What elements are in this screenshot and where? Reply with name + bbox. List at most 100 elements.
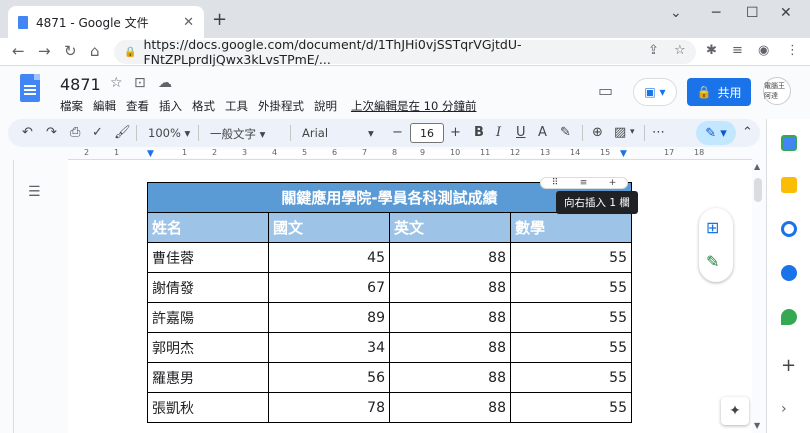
highlight-icon[interactable]: ✎	[560, 125, 571, 140]
add-on-plus-icon[interactable]: +	[781, 355, 796, 376]
move-folder-icon[interactable]: ⊡	[134, 75, 146, 91]
extensions-icon[interactable]: ✱	[706, 43, 717, 58]
italic-icon[interactable]: I	[496, 125, 501, 140]
cell-score[interactable]: 34	[268, 332, 390, 363]
maximize-icon[interactable]: ☐	[746, 5, 759, 21]
keep-icon[interactable]	[781, 177, 797, 193]
cell-name[interactable]: 郭明杰	[147, 332, 269, 363]
editing-mode-button[interactable]: ✎ ▾	[696, 121, 736, 145]
menu-tools[interactable]: 工具	[225, 98, 248, 114]
cell-score[interactable]: 56	[268, 362, 390, 393]
insert-column-right-icon[interactable]: +	[609, 178, 617, 188]
back-icon[interactable]: ←	[12, 42, 25, 60]
menu-format[interactable]: 格式	[192, 98, 215, 114]
underline-icon[interactable]: U	[516, 125, 526, 140]
cell-score[interactable]: 55	[510, 302, 632, 333]
column-handle[interactable]: ⠿ ≡ +	[540, 177, 628, 189]
cell-name[interactable]: 張凱秋	[147, 392, 269, 423]
last-edit-link[interactable]: 上次編輯是在 10 分鐘前	[351, 98, 476, 114]
new-tab-icon[interactable]: +	[212, 9, 227, 30]
collapse-menus-icon[interactable]: ⌃	[742, 125, 753, 140]
cell-score[interactable]: 88	[389, 392, 511, 423]
add-comment-icon[interactable]: ⊞	[706, 218, 719, 237]
menu-file[interactable]: 檔案	[60, 98, 83, 114]
suggest-edits-icon[interactable]: ✎	[706, 252, 719, 271]
forward-icon[interactable]: →	[38, 42, 51, 60]
cell-score[interactable]: 88	[389, 242, 511, 273]
bold-icon[interactable]: B	[474, 125, 484, 140]
spellcheck-icon[interactable]: ✓	[92, 125, 103, 140]
cell-score[interactable]: 55	[510, 392, 632, 423]
header-english[interactable]: 英文	[389, 212, 511, 243]
browser-tab[interactable]: 4871 - Google 文件 ✕	[8, 6, 204, 38]
cell-name[interactable]: 羅惠男	[147, 362, 269, 393]
cell-score[interactable]: 78	[268, 392, 390, 423]
font-dropdown-icon[interactable]: ▾	[368, 126, 374, 140]
tasks-icon[interactable]	[781, 221, 797, 237]
cell-score[interactable]: 55	[510, 332, 632, 363]
font-size-field[interactable]: 16	[410, 123, 444, 143]
decrease-font-icon[interactable]: −	[392, 125, 403, 140]
reading-list-icon[interactable]: ≡	[732, 43, 743, 58]
contacts-icon[interactable]	[781, 265, 797, 281]
left-indent-marker-icon[interactable]: ▼	[147, 149, 154, 159]
cell-name[interactable]: 許嘉陽	[147, 302, 269, 333]
undo-icon[interactable]: ↶	[22, 125, 33, 140]
zoom-select[interactable]: 100% ▾	[148, 126, 190, 140]
redo-icon[interactable]: ↷	[46, 125, 57, 140]
cell-score[interactable]: 45	[268, 242, 390, 273]
scroll-up-icon[interactable]: ▲	[754, 162, 760, 171]
bookmark-star-icon[interactable]: ☆	[674, 43, 686, 58]
avatar[interactable]: 電腦王阿達	[763, 77, 791, 105]
document-outline-icon[interactable]: ☰	[28, 184, 41, 200]
minimize-icon[interactable]: ─	[712, 5, 720, 21]
profile-icon[interactable]: ◉	[758, 43, 769, 58]
share-button[interactable]: 🔒 共用	[687, 78, 751, 106]
image-dropdown-icon[interactable]: ▾	[630, 127, 635, 137]
calendar-icon[interactable]	[781, 135, 797, 151]
drag-handle-icon[interactable]: ⠿	[552, 178, 559, 188]
menu-edit[interactable]: 編輯	[93, 98, 116, 114]
sort-icon[interactable]: ≡	[580, 178, 588, 188]
comment-history-icon[interactable]: ▭	[598, 81, 613, 100]
menu-addons[interactable]: 外掛程式	[258, 98, 304, 114]
close-window-icon[interactable]: ✕	[780, 5, 792, 21]
insert-link-icon[interactable]: ⊕	[592, 125, 603, 140]
right-indent-marker-icon[interactable]: ▼	[620, 149, 627, 159]
explore-button[interactable]: ✦	[721, 397, 749, 425]
menu-view[interactable]: 查看	[126, 98, 149, 114]
reload-icon[interactable]: ↻	[64, 42, 77, 60]
cell-score[interactable]: 67	[268, 272, 390, 303]
menu-help[interactable]: 說明	[314, 98, 337, 114]
maps-icon[interactable]	[781, 309, 797, 325]
close-tab-icon[interactable]: ✕	[183, 15, 194, 30]
cell-score[interactable]: 88	[389, 302, 511, 333]
paint-format-icon[interactable]: 🖌	[114, 125, 131, 140]
url-field[interactable]: 🔒 https://docs.google.com/document/d/1Th…	[114, 37, 696, 67]
hide-panel-icon[interactable]: ›	[781, 401, 787, 417]
scroll-down-icon[interactable]: ▼	[754, 421, 760, 430]
document-title[interactable]: 4871	[60, 75, 101, 94]
docs-logo-icon[interactable]	[20, 74, 40, 102]
cell-score[interactable]: 55	[510, 272, 632, 303]
star-icon[interactable]: ☆	[110, 75, 123, 91]
cell-name[interactable]: 曹佳蓉	[147, 242, 269, 273]
scrollbar-thumb[interactable]	[754, 178, 762, 202]
header-math[interactable]: 數學	[510, 212, 632, 243]
style-select[interactable]: 一般文字 ▾	[210, 126, 265, 142]
header-name[interactable]: 姓名	[147, 212, 269, 243]
cell-name[interactable]: 謝倩發	[147, 272, 269, 303]
insert-image-icon[interactable]: ▨	[614, 125, 626, 140]
more-options-icon[interactable]: ⋯	[652, 125, 665, 140]
grades-table[interactable]: 關鍵應用學院-學員各科測試成績 姓名 國文 英文 數學 曹佳蓉 45 88 55…	[147, 182, 632, 423]
tab-search-icon[interactable]: ⌄	[670, 5, 682, 21]
font-select[interactable]: Arial	[302, 126, 328, 140]
increase-font-icon[interactable]: +	[450, 125, 461, 140]
menu-insert[interactable]: 插入	[159, 98, 182, 114]
cell-score[interactable]: 55	[510, 362, 632, 393]
cell-score[interactable]: 89	[268, 302, 390, 333]
text-color-icon[interactable]: A	[538, 125, 547, 140]
cell-score[interactable]: 88	[389, 272, 511, 303]
cell-score[interactable]: 88	[389, 362, 511, 393]
cell-score[interactable]: 88	[389, 332, 511, 363]
